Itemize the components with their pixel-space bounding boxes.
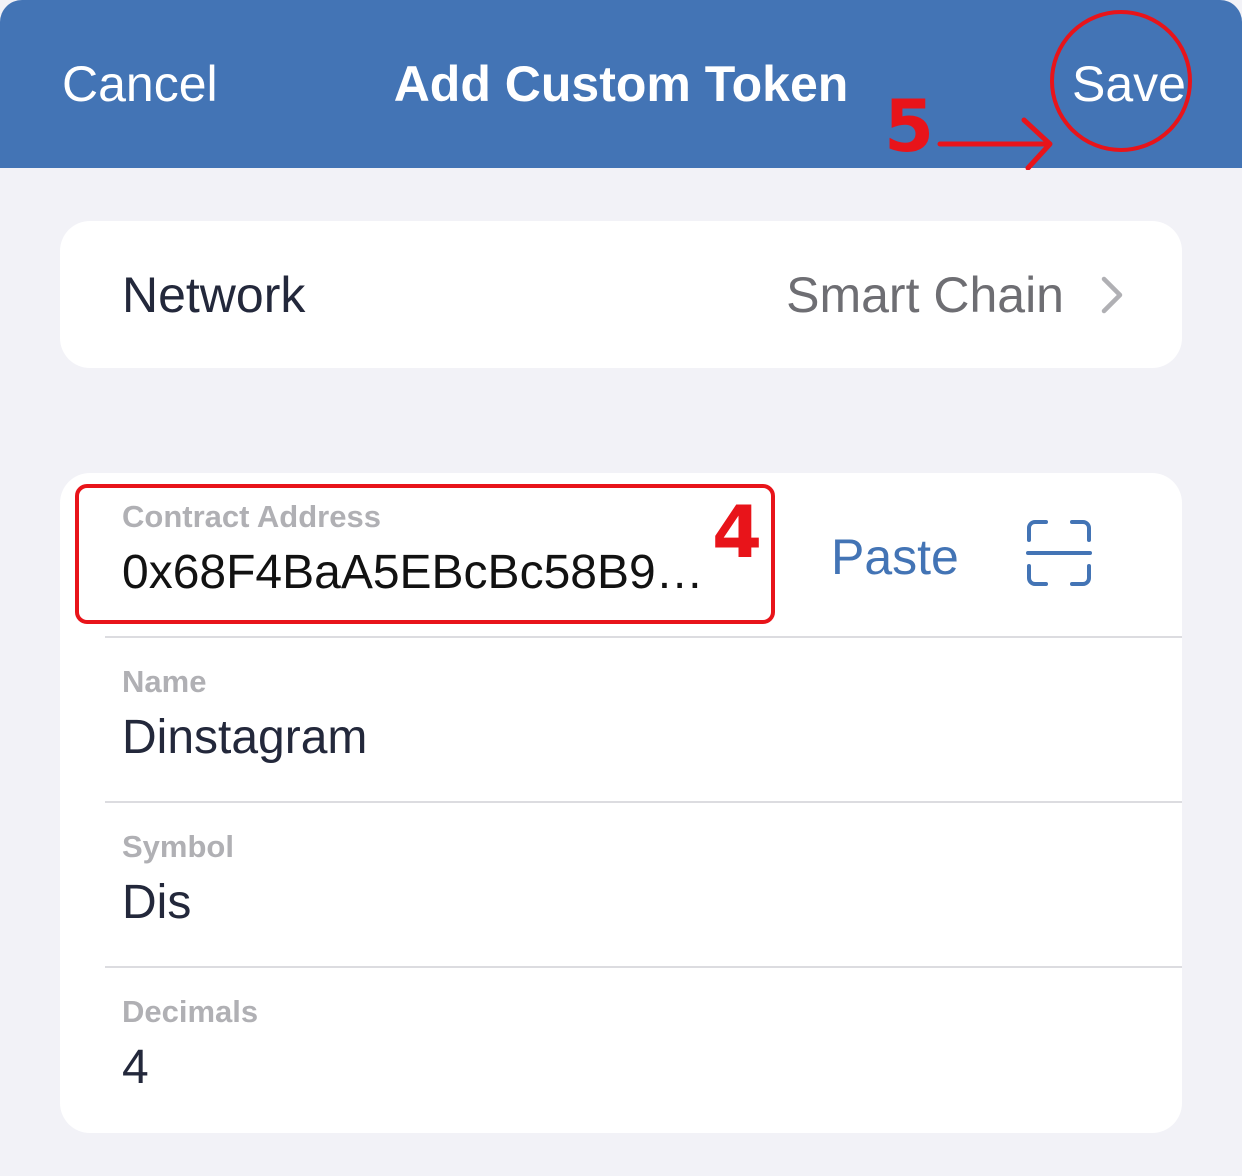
decimals-row: Decimals 4 [60, 968, 1182, 1132]
symbol-row: Symbol Dis [60, 803, 1182, 967]
network-value: Smart Chain [786, 267, 1064, 323]
paste-button[interactable]: Paste [831, 525, 959, 589]
cancel-button[interactable]: Cancel [62, 52, 218, 116]
name-label: Name [122, 664, 207, 699]
step-4-marker: 4 [712, 490, 763, 574]
decimals-input[interactable]: 4 [122, 1038, 149, 1098]
symbol-label: Symbol [122, 829, 234, 864]
arrow-right-icon [937, 117, 1053, 170]
save-highlight-circle [1050, 10, 1192, 152]
decimals-label: Decimals [122, 994, 259, 1029]
network-selector[interactable]: Network Smart Chain [60, 221, 1182, 368]
qr-scan-icon[interactable] [1026, 520, 1092, 586]
step-5-marker: 5 [884, 84, 935, 168]
name-input[interactable]: Dinstagram [122, 708, 367, 768]
chevron-right-icon [1101, 276, 1123, 314]
name-row: Name Dinstagram [60, 638, 1182, 802]
contract-address-highlight [75, 484, 775, 624]
network-label: Network [122, 267, 306, 323]
token-details-form: Contract Address 0x68F4BaA5EBcBc58B9… Pa… [60, 473, 1182, 1133]
contract-address-row: Contract Address 0x68F4BaA5EBcBc58B9… Pa… [60, 473, 1182, 637]
symbol-input[interactable]: Dis [122, 873, 191, 933]
